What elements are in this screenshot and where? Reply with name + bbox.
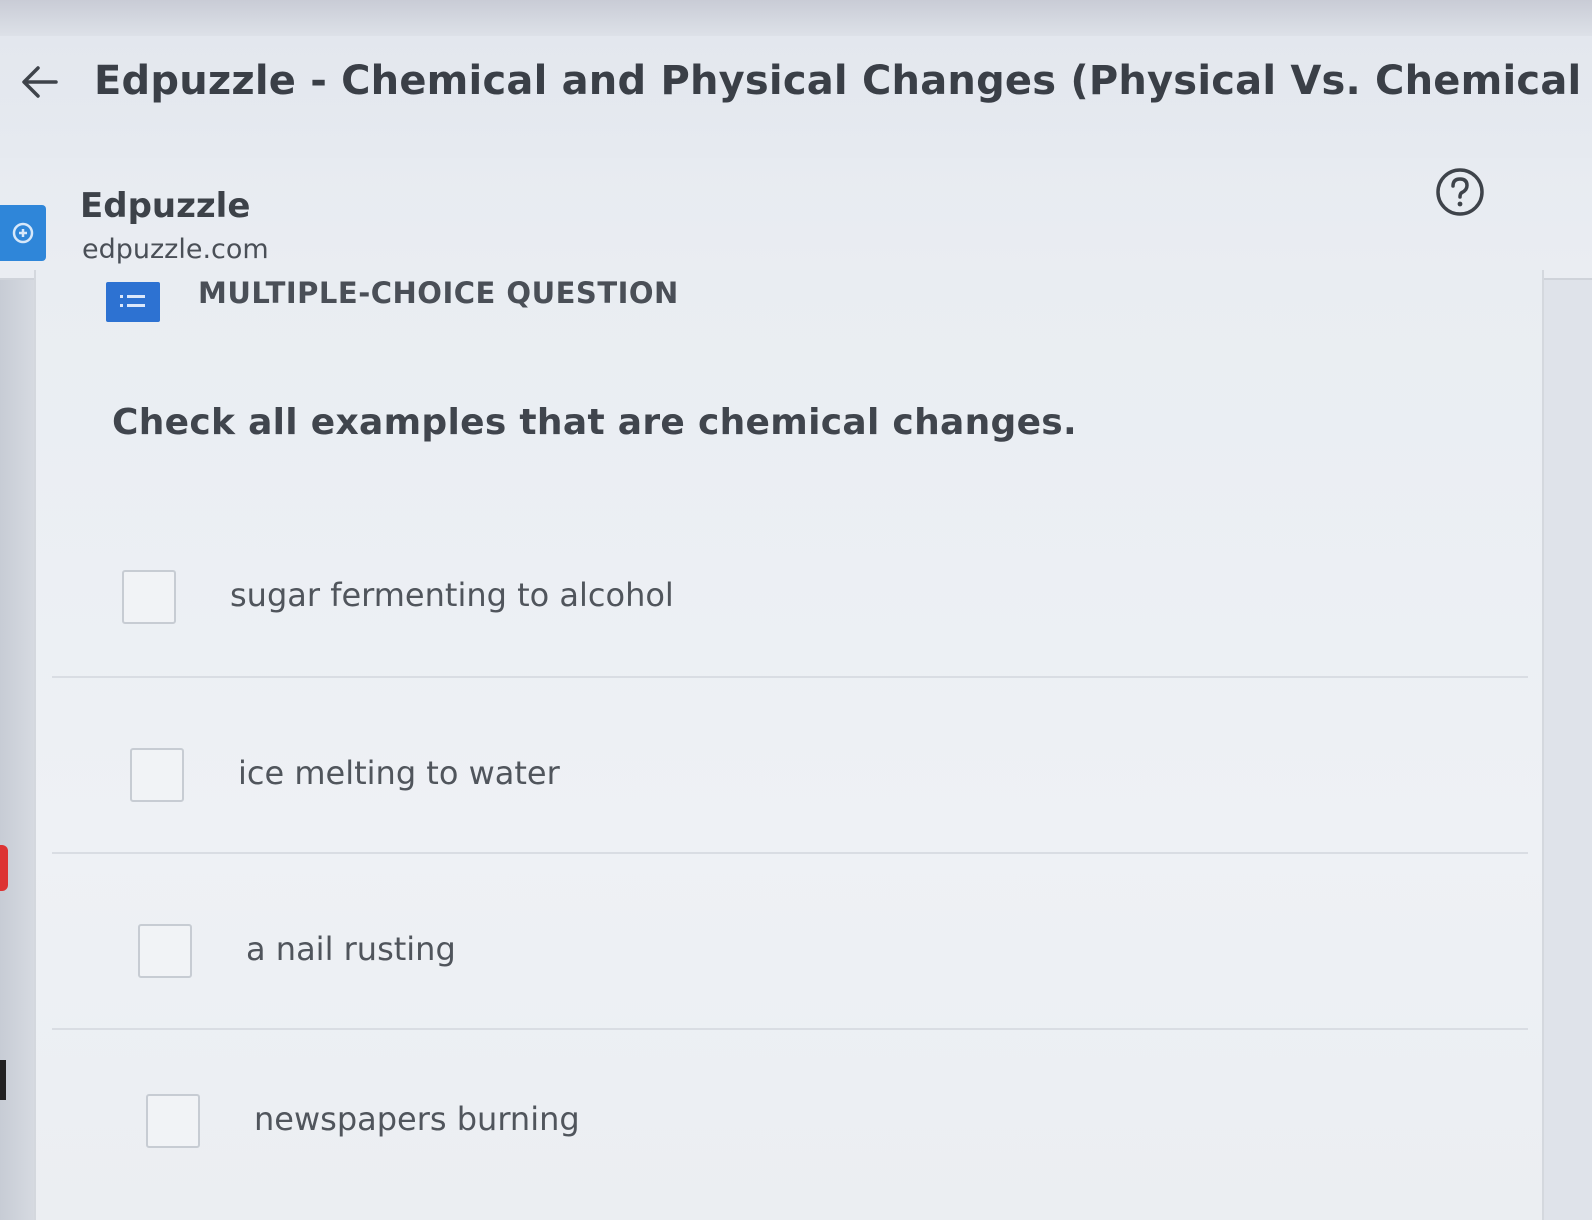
option-checkbox[interactable]	[122, 570, 176, 624]
edpuzzle-logo-icon	[0, 205, 46, 261]
option-row[interactable]: sugar fermenting to alcohol	[52, 500, 1528, 678]
option-row[interactable]: ice melting to water	[52, 676, 1528, 854]
help-button[interactable]	[1434, 166, 1486, 218]
question-prompt: Check all examples that are chemical cha…	[112, 402, 1078, 443]
option-label: a nail rusting	[246, 930, 456, 968]
option-label: sugar fermenting to alcohol	[230, 576, 674, 614]
option-label: newspapers burning	[254, 1100, 580, 1138]
site-name: Edpuzzle	[80, 186, 251, 226]
arrow-left-icon	[22, 66, 58, 98]
red-marker	[0, 845, 8, 891]
option-checkbox[interactable]	[146, 1094, 200, 1148]
site-url[interactable]: edpuzzle.com	[82, 234, 269, 265]
option-checkbox[interactable]	[138, 924, 192, 978]
back-button[interactable]	[18, 60, 62, 104]
dark-marker	[0, 1060, 6, 1100]
list-icon	[106, 282, 160, 322]
option-row[interactable]: newspapers burning	[52, 1028, 1528, 1204]
question-circle-icon	[1436, 168, 1484, 216]
page-title: Edpuzzle - Chemical and Physical Changes…	[94, 58, 1592, 104]
option-label: ice melting to water	[238, 754, 560, 792]
browser-top-strip	[0, 0, 1592, 36]
option-row[interactable]: a nail rusting	[52, 852, 1528, 1030]
question-type-label: MULTIPLE-CHOICE QUESTION	[198, 276, 679, 310]
option-checkbox[interactable]	[130, 748, 184, 802]
